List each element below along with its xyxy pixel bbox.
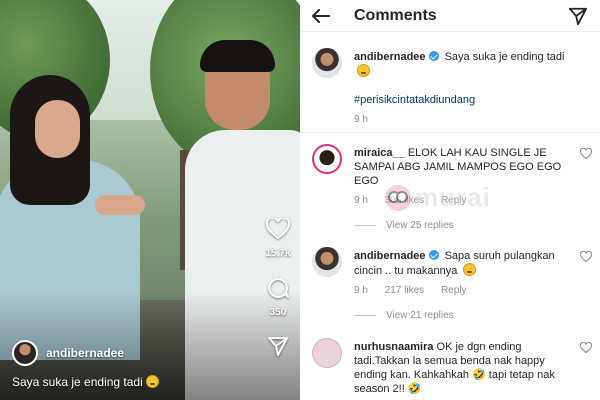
watermark-logo: murai [385,182,491,213]
verified-icon [428,51,439,61]
comment-author[interactable]: andibernadee [354,51,426,63]
back-button[interactable] [312,6,332,26]
comment-body: andibernadee Sapa suruh pulangkan cincin… [354,249,574,298]
video-author[interactable]: andibernadee [12,340,124,366]
emoji-icon [463,263,477,276]
like-comment-icon[interactable] [580,342,592,354]
comment-time: 9 h [354,285,368,296]
avatar[interactable] [312,247,342,277]
comment-time: 9 h [354,195,368,206]
avatar[interactable] [312,48,342,78]
comment-likes[interactable]: 217 likes [385,285,424,296]
like-count: 15.7k [265,248,291,259]
video-woman-face [35,100,80,158]
emoji-icon [145,375,159,388]
comment-author[interactable]: miraica__ [354,147,405,159]
comments-header: Comments [300,0,600,32]
view-replies-button[interactable]: View 25 replies [354,220,454,231]
video-man-hair [200,40,275,72]
comment-count: 350 [269,307,287,318]
share-button[interactable] [568,6,588,26]
page-title: Comments [354,6,437,24]
heart-icon [265,216,291,240]
reel-video[interactable]: 15.7k 350 andibernadee Saya suka je endi… [0,0,300,400]
video-woman-hand [95,195,145,215]
post-caption-body: andibernadee Saya suka je ending tadi #p… [354,50,574,127]
share-button[interactable] [258,335,298,362]
verified-icon [428,250,439,260]
comment-button[interactable]: 350 [258,277,298,318]
back-arrow-icon [312,8,330,23]
reply-button[interactable]: Reply [441,285,467,296]
post-time: 9 h [354,114,368,125]
comment-author[interactable]: nurhusnaamira [354,341,433,353]
comment-body: nurhusnaamira OK je dgn ending tadi.Takk… [354,340,574,396]
send-icon [268,337,288,356]
hashtag-link[interactable]: #perisikcintatakdiundang [354,93,574,107]
comment-icon [268,278,289,298]
send-icon [568,7,588,25]
avatar[interactable] [312,338,342,368]
like-comment-icon[interactable] [580,251,592,263]
avatar[interactable] [12,340,38,366]
post-caption-text: Saya suka je ending tadi [444,51,565,63]
emoji-icon [357,64,370,77]
video-caption: Saya suka je ending tadi [12,375,159,389]
divider [300,132,600,133]
comment-author[interactable]: andibernadee [354,250,426,262]
avatar[interactable] [312,144,342,174]
like-comment-icon[interactable] [580,148,592,160]
video-caption-text: Saya suka je ending tadi [12,375,143,389]
like-button[interactable]: 15.7k [258,216,298,259]
video-author-name[interactable]: andibernadee [46,346,124,360]
owl-logo-icon [385,184,411,211]
view-replies-button[interactable]: View 21 replies [354,310,454,321]
watermark-text: murai [415,182,491,212]
